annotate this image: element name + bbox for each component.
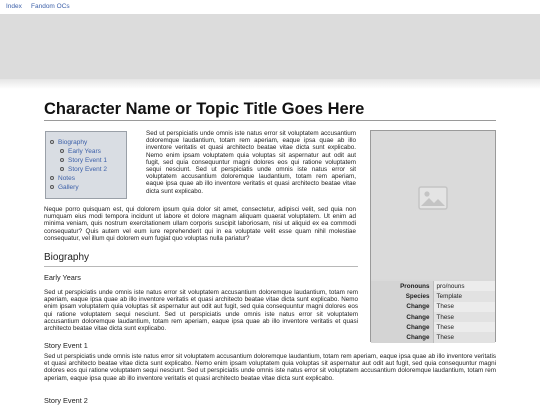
section-divider <box>44 266 358 267</box>
infobox-row-change: Change These <box>371 322 495 333</box>
bullet-icon <box>50 184 54 189</box>
toc-item-notes[interactable]: Notes <box>50 174 126 183</box>
intro-paragraph-2: Neque porro quisquam est, qui dolorem ip… <box>44 206 356 242</box>
toc-item-gallery[interactable]: Gallery <box>50 183 126 192</box>
character-infobox: Pronouns pro/nouns Species Template Chan… <box>370 130 496 343</box>
early-years-paragraph: Sed ut perspiciatis unde omnis iste natu… <box>44 289 358 333</box>
subheading-early-years: Early Years <box>44 273 81 282</box>
bullet-icon <box>60 166 64 171</box>
bullet-icon <box>60 157 64 162</box>
subheading-story-event-2: Story Event 2 <box>44 396 88 405</box>
page-title: Character Name or Topic Title Goes Here <box>44 100 365 118</box>
image-placeholder-icon <box>418 186 448 210</box>
infobox-row-pronouns: Pronouns pro/nouns <box>371 281 495 292</box>
bullet-icon <box>50 175 54 180</box>
toc-item-biography[interactable]: Biography <box>50 138 126 147</box>
infobox-row-change: Change These <box>371 332 495 343</box>
section-heading-biography: Biography <box>44 252 90 263</box>
bullet-icon <box>60 148 64 153</box>
subheading-story-event-1: Story Event 1 <box>44 341 88 350</box>
header-banner <box>0 14 540 79</box>
title-divider <box>44 120 496 121</box>
infobox-row-change: Change These <box>371 301 495 312</box>
toc-item-early-years[interactable]: Early Years <box>50 147 126 156</box>
nav-link-index[interactable]: Index <box>6 3 22 10</box>
intro-paragraph-1: Sed ut perspiciatis unde omnis iste natu… <box>146 130 356 195</box>
character-image[interactable] <box>371 131 495 279</box>
top-nav: Index Fandom OCs <box>0 0 540 14</box>
infobox-row-species: Species Template <box>371 291 495 302</box>
infobox-row-change: Change These <box>371 311 495 323</box>
story-event-1-paragraph: Sed ut perspiciatis unde omnis iste natu… <box>44 353 496 382</box>
nav-link-fandom-ocs[interactable]: Fandom OCs <box>31 3 70 10</box>
bullet-icon <box>50 139 54 144</box>
toc-item-story-event-2[interactable]: Story Event 2 <box>50 165 126 174</box>
infobox-table: Pronouns pro/nouns Species Template Chan… <box>371 281 495 343</box>
toc-item-story-event-1[interactable]: Story Event 1 <box>50 156 126 165</box>
banner-shadow <box>0 79 540 89</box>
table-of-contents: Biography Early Years Story Event 1 Stor… <box>45 131 127 199</box>
